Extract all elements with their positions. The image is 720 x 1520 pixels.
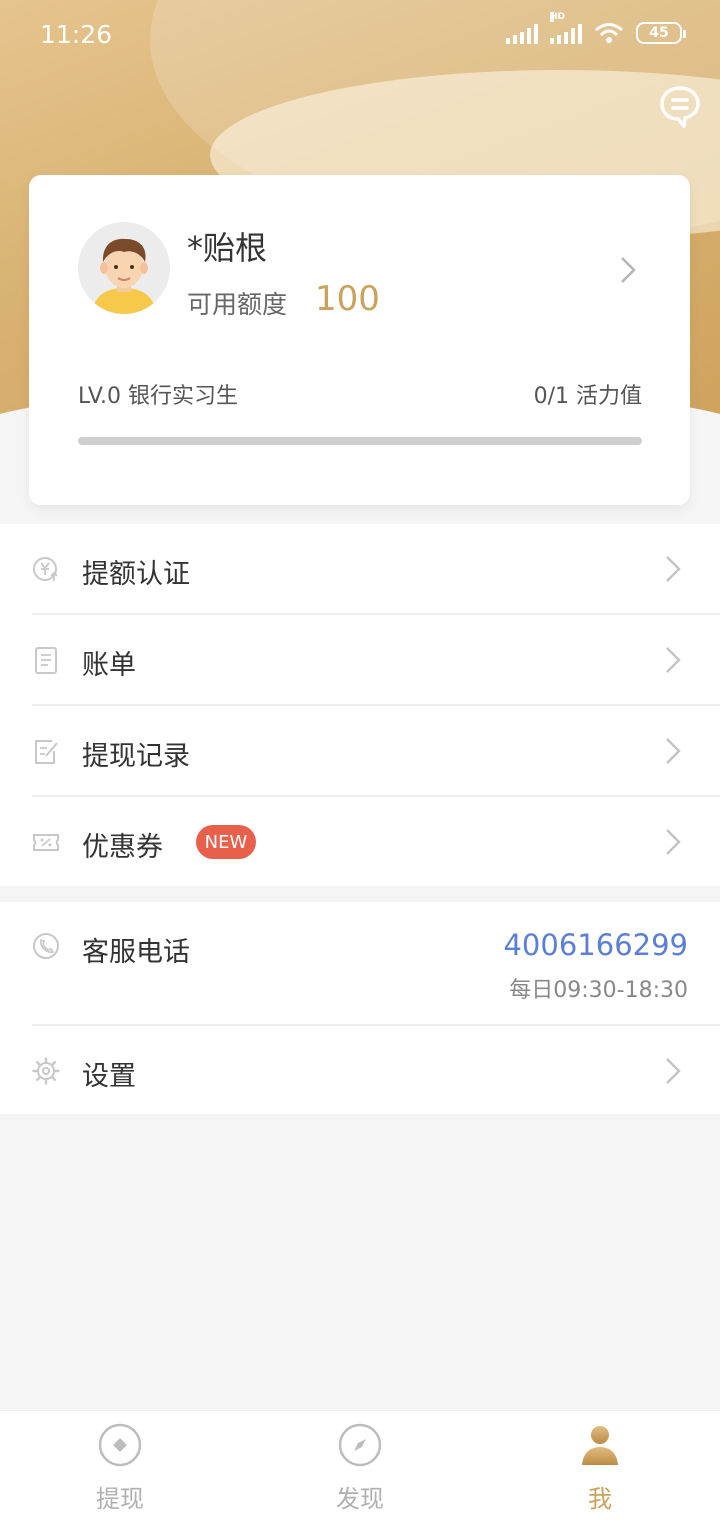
menu-group-main: 提额认证 账单 提现记录 优惠券 NEW bbox=[0, 524, 720, 886]
menu-item-label: 优惠券 bbox=[82, 832, 163, 863]
service-phone-number[interactable]: 4006166299 bbox=[503, 928, 688, 962]
tab-discover[interactable]: 发现 bbox=[240, 1411, 480, 1520]
compass-icon bbox=[338, 1423, 382, 1467]
bill-icon bbox=[35, 647, 57, 674]
menu-item-label: 账单 bbox=[82, 650, 136, 681]
menu-item-label: 设置 bbox=[82, 1061, 136, 1092]
credit-value: 100 bbox=[315, 279, 380, 319]
menu-group-service: 客服电话 4006166299 每日09:30-18:30 设置 bbox=[0, 902, 720, 1114]
chevron-right-icon bbox=[666, 556, 681, 582]
battery-icon: 45 bbox=[636, 22, 686, 44]
hd-label: HD bbox=[550, 12, 566, 22]
menu-item-withdraw-record[interactable]: 提现记录 bbox=[0, 706, 720, 796]
menu-item-customer-service[interactable]: 客服电话 4006166299 每日09:30-18:30 bbox=[0, 902, 720, 1024]
signal-icon bbox=[506, 22, 538, 44]
user-name: *贻根 bbox=[187, 229, 268, 267]
profile-card[interactable]: *贻根 可用额度 100 LV.0 银行实习生 0/1 活力值 bbox=[29, 175, 690, 505]
tab-me[interactable]: 我 bbox=[480, 1411, 720, 1520]
menu-item-label: 提额认证 bbox=[82, 559, 190, 590]
level-label: LV.0 银行实习生 bbox=[78, 384, 239, 409]
vitality-label: 0/1 活力值 bbox=[533, 384, 642, 409]
menu-item-settings[interactable]: 设置 bbox=[0, 1026, 720, 1116]
menu-item-label: 客服电话 bbox=[82, 937, 190, 968]
status-bar: 11:26 HD 45 bbox=[0, 0, 720, 70]
tab-label: 发现 bbox=[336, 1485, 384, 1513]
phone-icon bbox=[33, 933, 59, 959]
chevron-right-icon bbox=[666, 1058, 681, 1084]
menu-item-bill[interactable]: 账单 bbox=[0, 615, 720, 705]
avatar-illustration bbox=[92, 238, 156, 314]
chevron-right-icon[interactable] bbox=[618, 255, 638, 285]
service-hours: 每日09:30-18:30 bbox=[509, 978, 688, 1003]
credit-label: 可用额度 bbox=[187, 290, 288, 319]
yuan-up-icon bbox=[33, 557, 58, 581]
edit-record-icon bbox=[35, 740, 58, 764]
wifi-icon bbox=[595, 23, 623, 43]
tab-withdraw[interactable]: 提现 bbox=[0, 1411, 240, 1520]
tab-label: 提现 bbox=[96, 1485, 144, 1513]
chevron-right-icon bbox=[666, 738, 681, 764]
gear-icon bbox=[32, 1057, 60, 1085]
vitality-progress-bar bbox=[78, 437, 642, 445]
person-icon bbox=[582, 1426, 618, 1465]
tab-label: 我 bbox=[588, 1485, 612, 1513]
avatar[interactable] bbox=[78, 222, 170, 314]
chevron-right-icon bbox=[666, 647, 681, 673]
message-icon[interactable] bbox=[658, 84, 702, 128]
status-time: 11:26 bbox=[40, 20, 113, 49]
menu-item-label: 提现记录 bbox=[82, 741, 190, 772]
bottom-tab-bar: 提现 发现 我 bbox=[0, 1410, 720, 1520]
hd-signal-icon: HD bbox=[550, 12, 582, 44]
menu-item-credit-auth[interactable]: 提额认证 bbox=[0, 524, 720, 614]
status-icons: HD 45 bbox=[506, 12, 686, 44]
menu-item-coupon[interactable]: 优惠券 NEW bbox=[0, 797, 720, 887]
coupon-icon bbox=[33, 834, 59, 851]
diamond-circle-icon bbox=[98, 1423, 142, 1467]
new-badge: NEW bbox=[196, 825, 256, 859]
chevron-right-icon bbox=[666, 829, 681, 855]
